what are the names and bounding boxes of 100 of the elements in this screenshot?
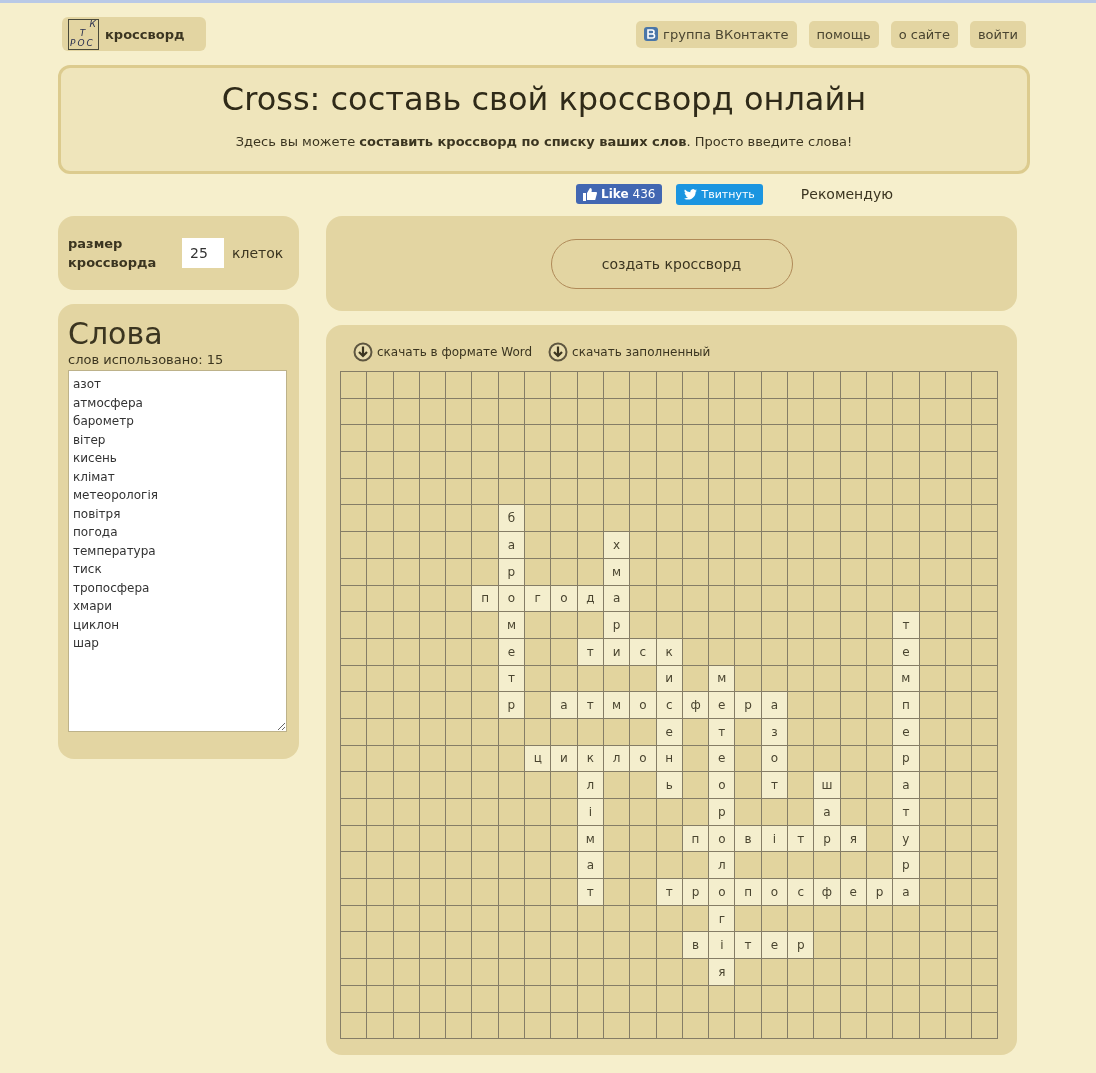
crossword-cell: р [893, 745, 919, 772]
crossword-cell: е [709, 692, 735, 718]
download-icon [353, 342, 373, 362]
crossword-cell: е [656, 718, 682, 745]
crossword-cell: р [814, 825, 840, 852]
crossword-cell: т [709, 718, 735, 745]
crossword-cell: о [551, 585, 577, 612]
crossword-cell: м [709, 665, 735, 692]
crossword-cell: р [682, 879, 709, 905]
crossword-cell: п [893, 692, 919, 718]
crossword-cell: п [472, 585, 498, 612]
crossword-cell: е [498, 638, 525, 665]
crossword-cell: п [682, 825, 709, 852]
words-title: Слова [68, 318, 164, 350]
crossword-cell: т [761, 772, 788, 798]
crossword-cell: т [577, 879, 603, 905]
logo-text[interactable]: кроссворд [105, 26, 185, 42]
size-label: размер кроссворда [68, 235, 158, 272]
crossword-cell: у [893, 825, 919, 852]
crossword-cell: в [735, 825, 761, 852]
crossword-cell: а [893, 879, 919, 905]
crossword-cell: о [630, 692, 656, 718]
crossword-cell: і [709, 932, 735, 959]
crossword-cell: е [840, 879, 866, 905]
crossword-cell: а [498, 532, 525, 558]
crossword-cell: з [761, 718, 788, 745]
crossword-cell: е [709, 745, 735, 772]
crossword-cell: о [498, 585, 525, 612]
crossword-cell: р [498, 692, 525, 718]
download-link[interactable]: скачать в формате Word [353, 342, 533, 362]
crossword-cell: г [525, 585, 551, 612]
crossword-cell: ф [682, 692, 709, 718]
crossword-cell: т [893, 799, 919, 825]
crossword-cell: я [840, 825, 866, 852]
size-field[interactable]: 25 [182, 238, 224, 268]
recommend-text: Рекомендую [800, 186, 893, 202]
crossword-cell: т [893, 612, 919, 638]
crossword-cell: н [656, 745, 682, 772]
crossword-cell: л [577, 772, 603, 798]
crossword-cell: х [603, 532, 630, 558]
crossword-cell: е [761, 932, 788, 959]
crossword-cell: а [603, 585, 630, 612]
crossword-cell: о [761, 745, 788, 772]
nav-link[interactable]: группа ВКонтакте [636, 20, 797, 48]
crossword-cell: с [630, 638, 656, 665]
nav-link[interactable]: войти [969, 20, 1026, 48]
crossword-cell: а [814, 799, 840, 825]
crossword-cell: м [498, 612, 525, 638]
nav-link[interactable]: помощь [808, 20, 879, 48]
download-icon [548, 342, 569, 362]
crossword-cell: р [498, 558, 525, 585]
crossword-cell: р [893, 852, 919, 879]
page-title: Cross: составь свой кроссворд онлайн [221, 80, 867, 118]
crossword-cell: т [735, 932, 761, 959]
nav-link[interactable]: о сайте [890, 20, 958, 48]
crossword-cell: б [498, 505, 525, 532]
crossword-cell: и [656, 665, 682, 692]
crossword-cell: і [761, 825, 788, 852]
crossword-cell: а [761, 692, 788, 718]
crossword-cell: ф [814, 879, 840, 905]
crossword-cell: п [735, 879, 761, 905]
crossword-cell: р [735, 692, 761, 718]
thumbs-up-icon [583, 187, 597, 201]
download-link[interactable]: скачать заполненный [548, 342, 711, 362]
crossword-cell: т [577, 638, 603, 665]
crossword-cell: а [577, 852, 603, 879]
crossword-cell: м [577, 825, 603, 852]
words-count: слов использовано: 15 [68, 352, 225, 367]
crossword-cell: с [788, 879, 814, 905]
crossword-cell: е [893, 638, 919, 665]
crossword-cell: г [709, 905, 735, 932]
crossword-cell: к [656, 638, 682, 665]
crossword-cell: р [788, 932, 814, 959]
crossword-cell: т [656, 879, 682, 905]
vk-icon [644, 27, 659, 41]
crossword-cell: к [577, 745, 603, 772]
page-subtitle: Здесь вы можете составить кроссворд по списку ваших слов. Просто введите слова! [235, 134, 853, 149]
crossword-cell: т [788, 825, 814, 852]
like-button[interactable]: Like 436 [576, 184, 663, 204]
unit-label: клеток [232, 245, 284, 261]
crossword-cell: и [551, 745, 577, 772]
crossword-cell: м [603, 692, 630, 718]
crossword-cell: с [656, 692, 682, 718]
crossword-cell: ь [656, 772, 682, 798]
crossword-cell: л [603, 745, 630, 772]
crossword-cell: д [577, 585, 603, 612]
crossword-cell: і [577, 799, 603, 825]
crossword-cell: о [709, 772, 735, 798]
crossword-cell: в [682, 932, 709, 959]
words-field[interactable]: азот атмосфера барометр вітер кисень клімат метеорологія повітря погода температура тиск тропосфера хмари циклон шар [68, 370, 287, 732]
crossword-cell: ц [525, 745, 551, 772]
crossword-cell: о [630, 745, 656, 772]
crossword-cell: о [761, 879, 788, 905]
logo-letters: К [89, 19, 98, 30]
crossword-cell: ш [814, 772, 840, 798]
crossword-cell: о [709, 879, 735, 905]
logo-letters: РОС [69, 38, 95, 49]
crossword-cell: л [709, 852, 735, 879]
crossword-cell: м [893, 665, 919, 692]
crossword-cell: а [551, 692, 577, 718]
